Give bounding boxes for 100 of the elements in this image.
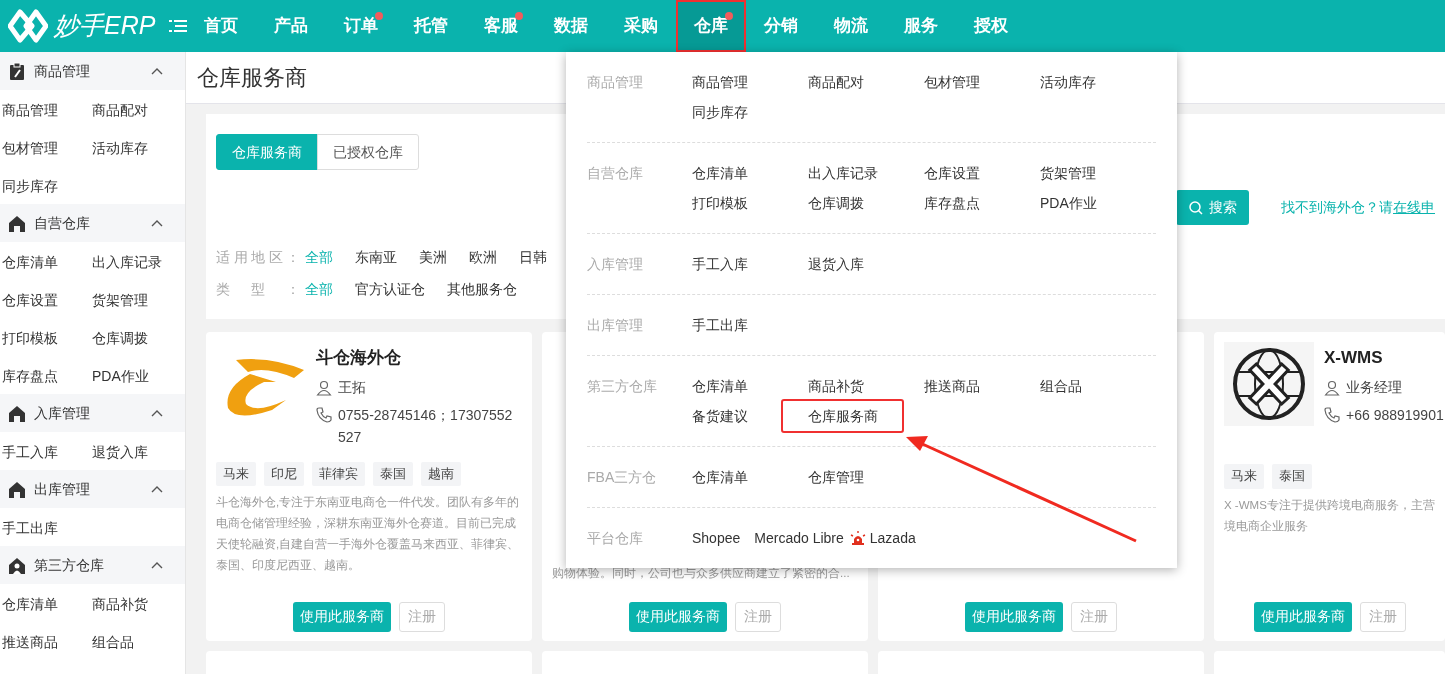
- house-icon: [8, 479, 26, 499]
- sidebar-item[interactable]: 商品补货: [90, 584, 180, 622]
- help-text: 找不到海外仓？请在线申: [1281, 198, 1435, 217]
- sidebar-item[interactable]: 手工入库: [0, 432, 90, 470]
- sidebar-item[interactable]: 打印模板: [0, 318, 90, 356]
- filter-label: 适用地区：: [216, 248, 300, 267]
- sidebar-item[interactable]: 商品管理: [0, 90, 90, 128]
- sidebar-item[interactable]: 仓库清单: [0, 242, 90, 280]
- sidebar-item[interactable]: 仓库调拨: [90, 318, 180, 356]
- phone-icon: [316, 406, 332, 423]
- section-header[interactable]: 出库管理: [0, 470, 185, 508]
- house-icon: [8, 403, 26, 423]
- menu-item[interactable]: 出入库记录: [808, 158, 924, 188]
- region-tag: 越南: [421, 461, 461, 487]
- card-description: 泰国、印度尼西亚、越南。: [216, 558, 361, 574]
- card-description: 境电商企业服务: [1224, 518, 1309, 534]
- menu-item[interactable]: Lazada: [849, 523, 916, 553]
- menu-item[interactable]: 手工入库: [692, 249, 808, 279]
- filter-option[interactable]: 日韩: [519, 247, 547, 269]
- region-tag: 泰国: [1272, 464, 1312, 489]
- section-title: 入库管理: [34, 403, 91, 423]
- filter-option[interactable]: 欧洲: [469, 247, 497, 269]
- menu-item[interactable]: 包材管理: [924, 67, 1040, 97]
- brand-name: 妙手ERP: [54, 10, 156, 42]
- section-header[interactable]: 入库管理: [0, 394, 185, 432]
- card-title: 斗仓海外仓: [316, 347, 402, 369]
- menu-item[interactable]: PDA作业: [1040, 188, 1156, 218]
- menu-item[interactable]: 推送商品: [924, 371, 1040, 401]
- menu-item[interactable]: 商品配对: [808, 67, 924, 97]
- sidebar-item[interactable]: 商品配对: [90, 90, 180, 128]
- house-icon: [8, 213, 26, 233]
- menu-item[interactable]: 组合品: [1040, 371, 1156, 401]
- menu-item[interactable]: 库存盘点: [924, 188, 1040, 218]
- menu-group-label: 平台仓库: [587, 529, 644, 548]
- sidebar-item[interactable]: 包材管理: [0, 128, 90, 166]
- menu-item[interactable]: 商品管理: [692, 67, 808, 97]
- section-title: 第三方仓库: [34, 555, 105, 575]
- menu-item[interactable]: 打印模板: [692, 188, 808, 218]
- menu-item[interactable]: 货架管理: [1040, 158, 1156, 188]
- sidebar-item[interactable]: 手工出库: [0, 508, 90, 546]
- menu-group-label: 商品管理: [587, 73, 644, 92]
- card-description: 天使轮融资,自建自营一手海外仓覆盖马来西亚、菲律宾、: [216, 537, 521, 553]
- menu-item[interactable]: Shopee: [692, 523, 741, 553]
- menu-item[interactable]: 仓库清单: [692, 371, 808, 401]
- region-tag: 马来: [1224, 464, 1264, 489]
- menu-item[interactable]: 仓库设置: [924, 158, 1040, 188]
- siren-icon: [849, 531, 866, 545]
- section-title: 商品管理: [34, 61, 91, 81]
- section-header[interactable]: 第三方仓库: [0, 546, 185, 584]
- phone-number: 0755-28745146；17307552527: [338, 405, 514, 447]
- logo-icon: [8, 8, 48, 44]
- menu-group-label: 出库管理: [587, 316, 644, 335]
- clipboard-icon: [8, 61, 26, 81]
- contact-name: 王拓: [338, 377, 366, 397]
- section-header[interactable]: 商品管理: [0, 52, 185, 90]
- section-title: 出库管理: [34, 479, 91, 499]
- filter-option[interactable]: 其他服务仓: [447, 279, 517, 301]
- section-title: 自营仓库: [34, 213, 91, 233]
- sidebar-item[interactable]: PDA作业: [90, 356, 180, 394]
- region-tag: 马来: [216, 461, 256, 487]
- filter-option[interactable]: 东南亚: [355, 247, 397, 269]
- sidebar-item[interactable]: 货架管理: [90, 280, 180, 318]
- menu-item[interactable]: 仓库调拨: [808, 188, 924, 218]
- menu-item[interactable]: Mercado Libre: [754, 523, 844, 553]
- filter-option[interactable]: 官方认证仓: [355, 279, 425, 301]
- sidebar-item[interactable]: 仓库清单: [0, 584, 90, 622]
- menu-group-label: FBA三方仓: [587, 468, 658, 487]
- menu-item[interactable]: 仓库清单: [692, 462, 808, 492]
- sidebar-item[interactable]: 库存盘点: [0, 356, 90, 394]
- menu-item[interactable]: 手工出库: [692, 310, 808, 340]
- menu-group-label: 入库管理: [587, 255, 644, 274]
- region-tag: 泰国: [373, 461, 413, 487]
- sidebar-item[interactable]: 活动库存: [90, 128, 180, 166]
- menu-item[interactable]: 仓库管理: [808, 462, 924, 492]
- menu-item[interactable]: 退货入库: [808, 249, 924, 279]
- sidebar-item[interactable]: 仓库设置: [0, 280, 90, 318]
- menu-item[interactable]: 仓库服务商: [781, 399, 904, 433]
- menu-item[interactable]: 活动库存: [1040, 67, 1156, 97]
- sidebar-item[interactable]: 同步库存: [0, 166, 90, 204]
- sidebar-item[interactable]: 出入库记录: [90, 242, 180, 280]
- filter-option[interactable]: 美洲: [419, 247, 447, 269]
- tab[interactable]: 已授权仓库: [317, 134, 419, 170]
- menu-group-label: 第三方仓库: [587, 377, 658, 396]
- sidebar-item[interactable]: 退货入库: [90, 432, 180, 470]
- card-description: 电商仓储管理经验，深耕东南亚海外仓赛道。目前已完成: [216, 516, 517, 532]
- globe-icon: [1224, 342, 1314, 426]
- menu-icon: [169, 19, 188, 33]
- card-description: X -WMS专注于提供跨境电商服务，主营: [1224, 497, 1435, 513]
- card-description: 斗仓海外仓,专注于东南亚电商仓一件代发。团队有多年的: [216, 495, 521, 511]
- sidebar-item[interactable]: 组合品: [90, 622, 180, 660]
- section-header[interactable]: 自营仓库: [0, 204, 185, 242]
- menu-item[interactable]: 商品补货: [808, 371, 924, 401]
- card-title: X-WMS: [1324, 347, 1384, 369]
- menu-item[interactable]: 仓库清单: [692, 158, 808, 188]
- person-icon: [1324, 379, 1340, 396]
- sidebar-item[interactable]: 推送商品: [0, 622, 90, 660]
- region-tag: 菲律宾: [312, 461, 365, 487]
- search-icon: [1188, 200, 1203, 215]
- phone-icon: [1324, 406, 1340, 423]
- filter-label: 类型：: [216, 280, 300, 299]
